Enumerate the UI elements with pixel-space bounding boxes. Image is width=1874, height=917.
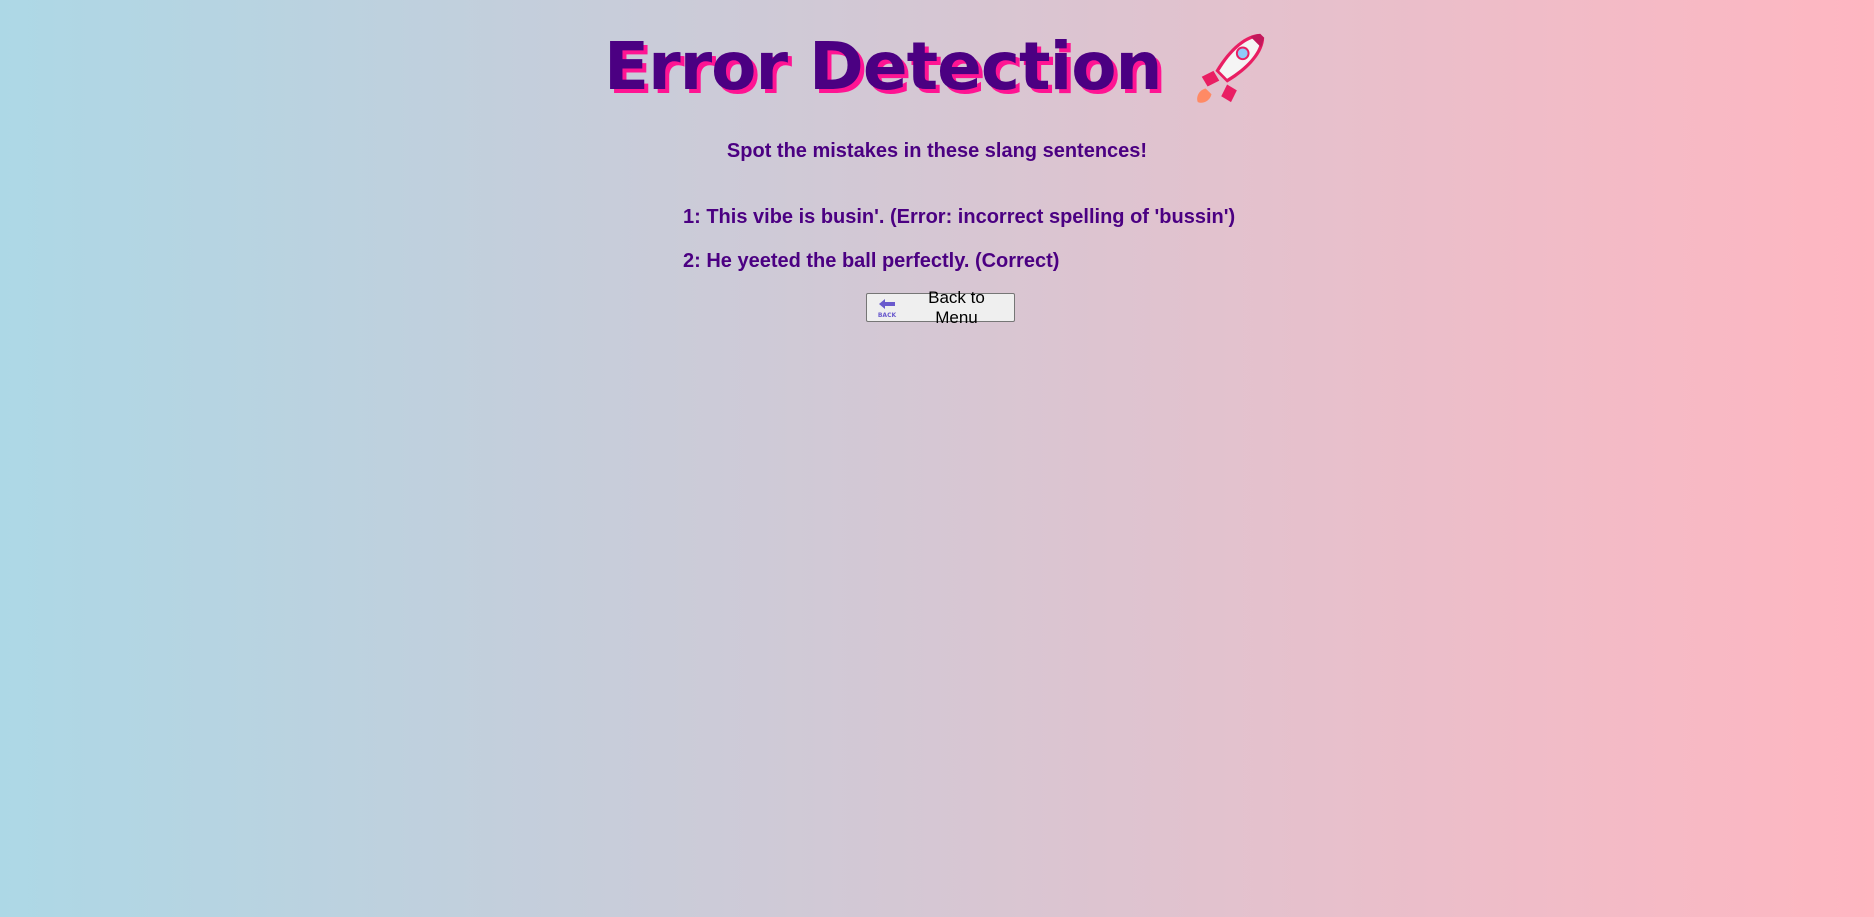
header: Error Detection: [0, 22, 1874, 112]
back-to-menu-button[interactable]: BACK Back to Menu: [866, 288, 1015, 327]
sentence-list: 1: This vibe is busin'. (Error: incorrec…: [683, 203, 1235, 291]
svg-text:BACK: BACK: [878, 312, 897, 319]
rocket-icon: [1197, 33, 1265, 103]
list-item: 1: This vibe is busin'. (Error: incorrec…: [683, 206, 1236, 228]
subtitle: Spot the mistakes in these slang sentenc…: [726, 140, 1148, 162]
page-title: Error Detection: [604, 28, 1163, 105]
list-item: 2: He yeeted the ball perfectly. (Correc…: [683, 250, 1060, 272]
back-button-label: Back to Menu: [928, 287, 985, 327]
back-arrow-icon: BACK: [878, 298, 897, 319]
